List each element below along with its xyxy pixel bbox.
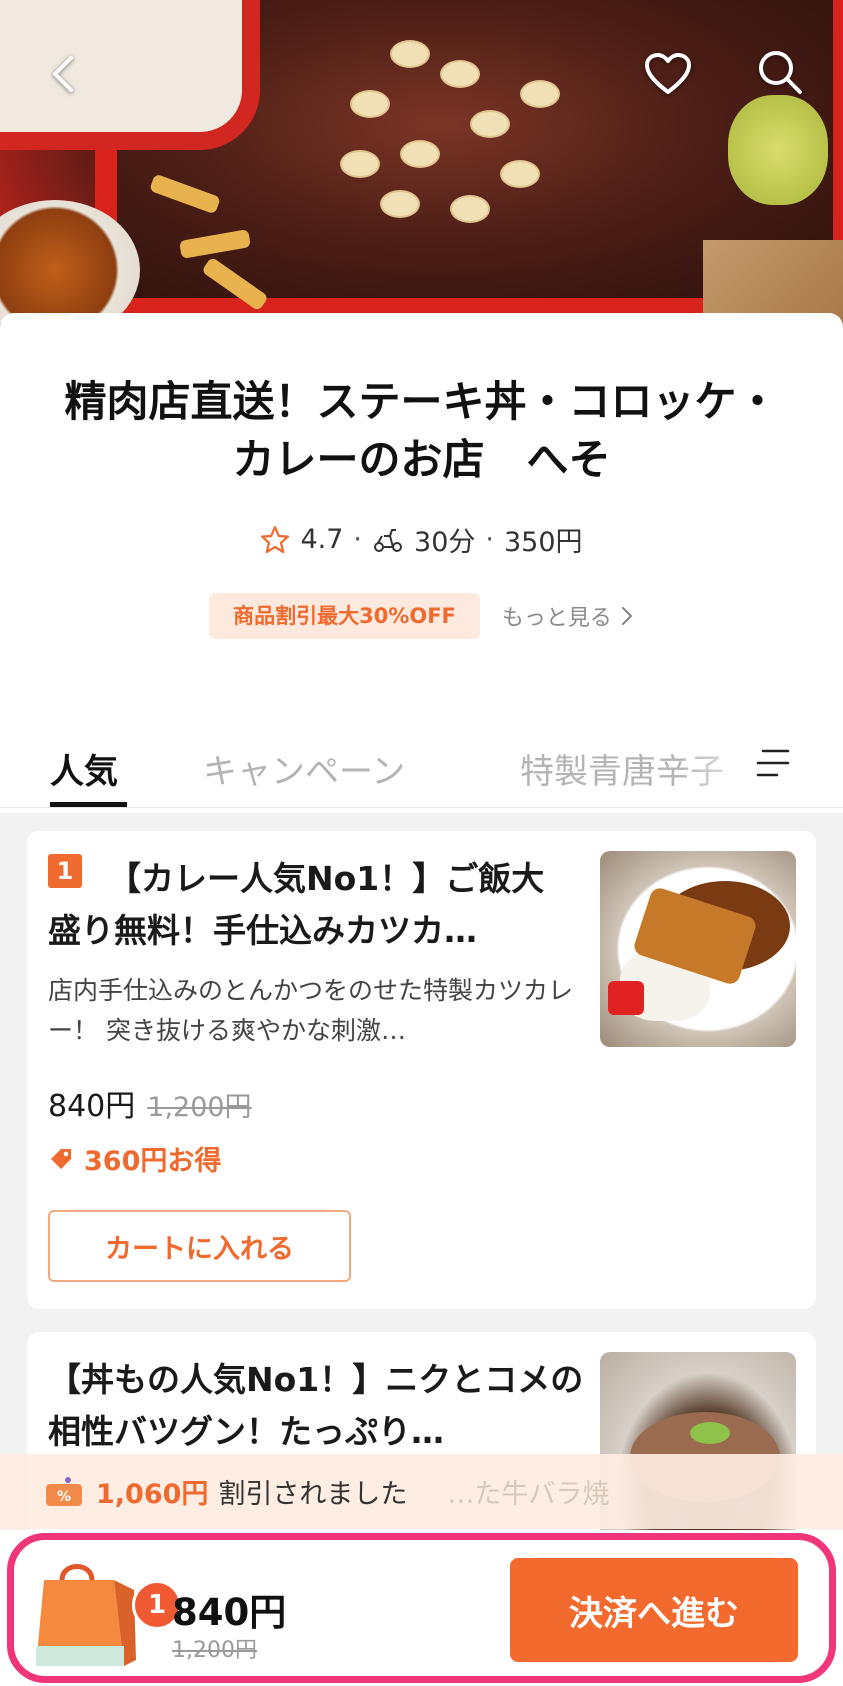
category-tabs: 人気 キャンペーン 特製青唐辛子 — [0, 720, 843, 808]
garlic-chip — [340, 150, 380, 178]
rating-value: 4.7 — [300, 524, 344, 555]
saving-amount: 360円お得 — [84, 1146, 222, 1177]
garlic-chip — [400, 140, 440, 168]
item-price: 840円 — [48, 1089, 136, 1124]
delivery-time: 30分 — [414, 527, 476, 558]
separator-dot: · — [353, 524, 363, 555]
cart-original-total: 1,200円 — [172, 1638, 257, 1663]
more-link-label: もっと見る — [501, 606, 612, 631]
tab-campaign[interactable]: キャンペーン — [203, 744, 405, 793]
item-description: 店内手仕込みのとんかつをのせた特製カツカレー！ 突き抜ける爽やかな刺激… — [48, 976, 574, 1045]
saving-label: 360円お得 — [48, 1139, 221, 1178]
search-button[interactable] — [752, 44, 808, 100]
hero-image — [0, 0, 843, 330]
item-title: 【カレー人気No1！】ご飯大盛り無料！手仕込みカツカ… — [48, 859, 545, 950]
menu-item-card[interactable]: 【カレー人気No1！】ご飯大盛り無料！手仕込みカツカ… 1 店内手仕込みのとんか… — [27, 831, 816, 1309]
category-menu-button[interactable] — [755, 746, 795, 782]
garlic-chip — [520, 80, 560, 108]
price-row: 840円 1,200円 — [48, 1081, 252, 1125]
chevron-right-icon — [621, 606, 633, 626]
discount-banner: % 1,060円 割引されました …た牛バラ焼 — [0, 1454, 843, 1529]
menu-icon — [756, 749, 790, 777]
svg-text:%: % — [57, 1489, 71, 1505]
red-pickle — [608, 981, 644, 1015]
coupon-icon: % — [46, 1476, 82, 1506]
promo-row: 商品割引最大30%OFF もっと見る — [0, 593, 843, 639]
search-icon — [759, 51, 802, 94]
item-original-price: 1,200円 — [147, 1092, 252, 1123]
tab-popular[interactable]: 人気 — [50, 744, 118, 793]
discount-text: 割引されました — [218, 1479, 408, 1510]
wasabi — [728, 95, 828, 205]
more-link[interactable]: もっと見る — [502, 600, 634, 632]
garlic-chip — [500, 160, 540, 188]
checkout-button[interactable]: 決済へ進む — [510, 1558, 798, 1662]
item-title: 【丼もの人気No1！】ニクとコメの相性バツグン！たっぷり… — [48, 1360, 584, 1451]
garlic-chip — [440, 60, 480, 88]
heart-icon — [645, 53, 691, 94]
cart-bag-button[interactable]: 1 — [32, 1550, 182, 1670]
cart-bar: 1 840円 1,200円 決済へ進む — [0, 1530, 843, 1686]
active-tab-indicator — [50, 802, 127, 807]
star-icon — [261, 525, 290, 553]
discount-badge: 商品割引最大30%OFF — [209, 593, 480, 639]
delivery-scooter-icon — [374, 528, 403, 552]
katsu-curry-photo[interactable] — [600, 851, 796, 1047]
store-meta: 4.7 · 30分 · 350円 — [0, 520, 843, 559]
delivery-fee: 350円 — [503, 527, 583, 558]
store-name: 精肉店直送！ステーキ丼・コロッケ・カレーのお店 へそ — [64, 377, 779, 484]
favorite-button[interactable] — [640, 46, 696, 102]
shopping-bag-icon — [36, 1564, 136, 1666]
garlic-chip — [390, 40, 430, 68]
tag-icon — [51, 1148, 71, 1169]
garlic-chip — [380, 190, 420, 218]
back-button[interactable] — [36, 46, 92, 102]
chevron-left-icon — [53, 56, 73, 92]
underlying-item-description: …た牛バラ焼 — [447, 1479, 610, 1510]
green-onion — [690, 1422, 730, 1444]
cart-total: 840円 — [172, 1591, 287, 1634]
garlic-chip — [350, 90, 390, 118]
discount-amount: 1,060円 — [96, 1479, 209, 1510]
rank-badge: 1 — [48, 854, 82, 888]
add-to-cart-button[interactable]: カートに入れる — [48, 1210, 351, 1282]
garlic-chip — [470, 110, 510, 138]
garlic-chip — [450, 195, 490, 223]
separator-dot: · — [485, 524, 494, 555]
